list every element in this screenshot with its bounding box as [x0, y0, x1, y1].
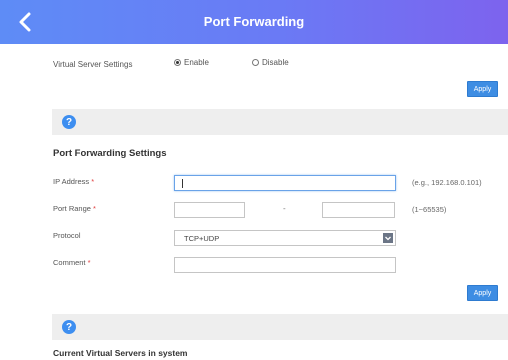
protocol-label: Protocol [53, 231, 81, 240]
required-mark: * [87, 258, 91, 267]
current-virtual-servers-title: Current Virtual Servers in system [53, 348, 188, 358]
ip-address-hint: (e.g., 192.168.0.101) [412, 178, 482, 187]
main-content: Virtual Server Settings Enable Disable A… [38, 44, 508, 360]
protocol-select[interactable]: TCP+UDP [174, 230, 396, 246]
apply-button-virtual-server[interactable]: Apply [467, 81, 498, 97]
radio-enable-label: Enable [184, 58, 209, 67]
required-mark: * [93, 204, 96, 213]
required-mark: * [91, 177, 95, 186]
port-range-end-input[interactable] [322, 202, 395, 218]
radio-disable-circle [252, 59, 259, 66]
radio-enable-circle [174, 59, 181, 66]
port-range-label: Port Range * [53, 204, 96, 213]
page-title: Port Forwarding [203, 14, 305, 29]
radio-disable[interactable]: Disable [252, 58, 289, 67]
help-band: ? [52, 109, 508, 135]
chevron-down-icon [383, 233, 393, 243]
ip-address-input[interactable] [174, 175, 396, 191]
comment-input[interactable] [174, 257, 396, 273]
header-bar: Port Forwarding [0, 0, 508, 44]
port-forwarding-settings-title: Port Forwarding Settings [53, 148, 167, 159]
text-caret [182, 179, 183, 188]
apply-button-port-forwarding[interactable]: Apply [467, 285, 498, 301]
port-range-separator: - [283, 204, 286, 213]
help-icon[interactable]: ? [62, 320, 76, 334]
radio-enable[interactable]: Enable [174, 58, 209, 67]
protocol-selected-value: TCP+UDP [184, 234, 220, 243]
comment-label: Comment * [53, 258, 91, 267]
port-range-hint: (1~65535) [412, 205, 447, 214]
port-range-start-input[interactable] [174, 202, 245, 218]
help-band: ? [52, 314, 508, 340]
radio-disable-label: Disable [262, 58, 289, 67]
virtual-server-label: Virtual Server Settings [53, 60, 133, 69]
ip-address-label: IP Address * [53, 177, 95, 186]
help-icon[interactable]: ? [62, 115, 76, 129]
